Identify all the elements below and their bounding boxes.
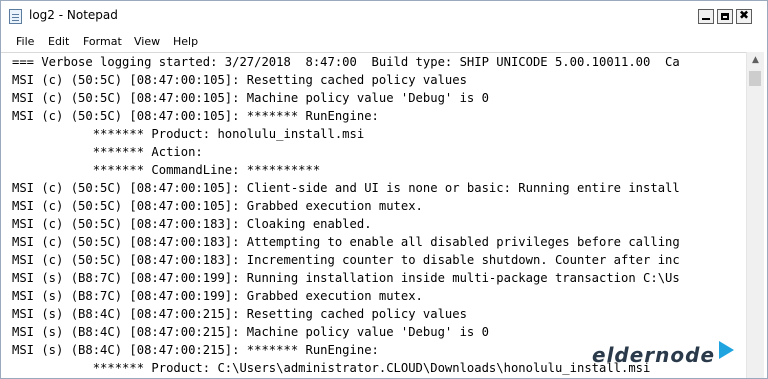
log-line: MSI (c) (50:5C) [08:47:00:105]: ******* …: [12, 109, 379, 123]
log-line: MSI (c) (50:5C) [08:47:00:183]: Cloaking…: [12, 217, 372, 231]
close-icon: ✖: [738, 8, 750, 22]
menu-help[interactable]: Help: [173, 35, 198, 48]
close-button[interactable]: ✖: [736, 8, 752, 24]
menu-file[interactable]: File: [16, 35, 34, 48]
scroll-thumb[interactable]: [749, 71, 761, 86]
log-line: MSI (s) (B8:7C) [08:47:00:199]: Grabbed …: [12, 289, 423, 303]
log-line: MSI (c) (50:5C) [08:47:00:183]: Incremen…: [12, 253, 680, 267]
maximize-icon: [721, 13, 729, 20]
log-line: MSI (s) (B8:4C) [08:47:00:215]: Machine …: [12, 325, 489, 339]
title-bar[interactable]: log2 - Notepad ✖: [1, 1, 767, 31]
menu-format[interactable]: Format: [83, 35, 122, 48]
window-title: log2 - Notepad: [29, 8, 118, 22]
log-line: ******* CommandLine: **********: [12, 163, 321, 177]
menu-edit[interactable]: Edit: [48, 35, 69, 48]
menu-view[interactable]: View: [134, 35, 160, 48]
maximize-button[interactable]: [717, 9, 733, 24]
notepad-icon: [9, 9, 22, 24]
minimize-icon: [702, 18, 710, 20]
log-line: MSI (c) (50:5C) [08:47:00:105]: Grabbed …: [12, 199, 423, 213]
log-line: MSI (s) (B8:4C) [08:47:00:215]: ******* …: [12, 343, 379, 357]
log-line: ******* Product: honolulu_install.msi: [12, 127, 365, 141]
log-line: MSI (c) (50:5C) [08:47:00:105]: Machine …: [12, 91, 489, 105]
log-line: ******* Action:: [12, 145, 203, 159]
log-line: MSI (c) (50:5C) [08:47:00:105]: Resettin…: [12, 73, 467, 87]
menu-bar: File Edit Format View Help: [1, 32, 767, 52]
vertical-scrollbar[interactable]: ▲: [746, 52, 764, 378]
notepad-window: log2 - Notepad ✖ File Edit Format View H…: [0, 0, 768, 379]
logo-text: eldernode: [592, 343, 716, 367]
text-editor-area[interactable]: === Verbose logging started: 3/27/2018 8…: [1, 52, 746, 378]
log-line: ******* Product: C:\Users\administrator.…: [12, 361, 651, 375]
log-line: MSI (c) (50:5C) [08:47:00:183]: Attempti…: [12, 235, 680, 249]
arrow-logo-icon: [719, 341, 734, 359]
scroll-up-icon[interactable]: ▲: [747, 52, 764, 69]
log-line: === Verbose logging started: 3/27/2018 8…: [12, 55, 680, 69]
log-line: MSI (c) (50:5C) [08:47:00:105]: Client-s…: [12, 181, 680, 195]
log-line: MSI (s) (B8:4C) [08:47:00:215]: Resettin…: [12, 307, 467, 321]
minimize-button[interactable]: [698, 9, 714, 24]
log-line: MSI (s) (B8:7C) [08:47:00:199]: Running …: [12, 271, 680, 285]
